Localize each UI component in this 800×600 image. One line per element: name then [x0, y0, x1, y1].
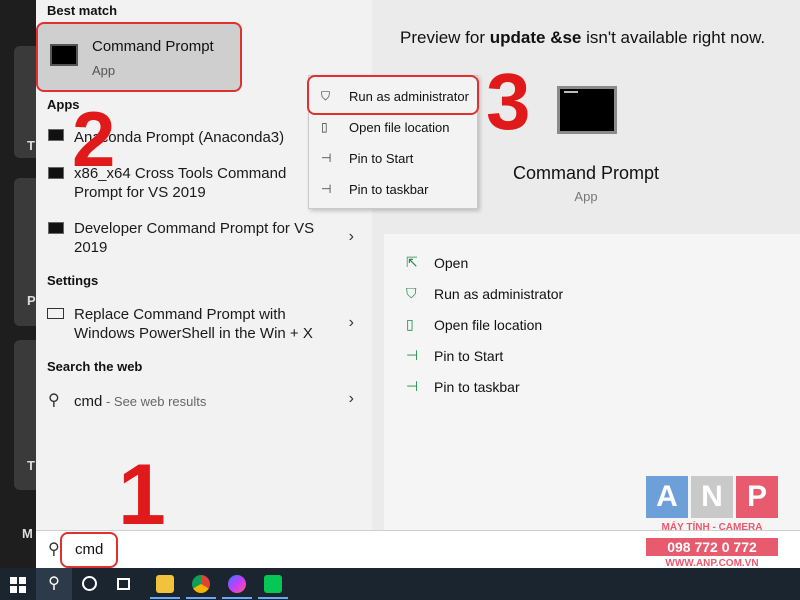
watermark-letter: A [646, 476, 688, 518]
task-view-icon [116, 577, 130, 590]
result-item-setting[interactable]: Replace Command Prompt with Windows Powe… [36, 304, 372, 346]
windows-icon [10, 577, 26, 593]
file-explorer-icon [156, 575, 174, 593]
anp-watermark: A N P MÁY TÍNH - CAMERA 098 772 0 772 WW… [646, 476, 778, 572]
watermark-phone: 098 772 0 772 [646, 538, 778, 556]
terminal-icon [50, 44, 78, 66]
cortana-icon [81, 576, 97, 592]
pin-icon: ⊣ [406, 347, 419, 363]
chevron-right-icon[interactable]: › [349, 228, 354, 246]
file-explorer-button[interactable] [148, 568, 182, 600]
chrome-icon [192, 575, 210, 593]
action-open-file-location[interactable]: ▯ Open file location [384, 313, 794, 339]
step-number-2: 2 [72, 95, 116, 183]
chevron-right-icon[interactable]: › [349, 390, 354, 408]
task-view-button[interactable] [106, 568, 140, 600]
action-pin-to-start[interactable]: ⊣ Pin to Start [384, 344, 794, 370]
desktop-left-strip: T T P T M [0, 0, 36, 568]
line-icon [264, 575, 282, 593]
line-button[interactable] [256, 568, 290, 600]
messenger-button[interactable] [220, 568, 254, 600]
section-header-settings: Settings [47, 273, 99, 288]
start-button[interactable] [0, 568, 36, 600]
taskbar: ⚲ [0, 568, 800, 600]
watermark-letter: P [736, 476, 778, 518]
action-pin-to-taskbar[interactable]: ⊣ Pin to taskbar [384, 375, 794, 401]
pin-icon: ⊣ [321, 151, 332, 165]
step-number-1: 1 [118, 447, 166, 543]
pin-icon: ⊣ [321, 182, 332, 196]
web-query: cmd [74, 393, 103, 410]
start-tile[interactable]: T [14, 46, 36, 158]
terminal-icon [48, 129, 64, 141]
section-header-web: Search the web [47, 359, 143, 374]
strip-letter: M [22, 526, 33, 541]
command-prompt-app-icon [557, 86, 617, 134]
result-item-web[interactable]: ⚲ cmd - See web results › [36, 390, 372, 414]
watermark-tagline: MÁY TÍNH - CAMERA [661, 522, 763, 533]
folder-icon: ▯ [406, 316, 414, 332]
open-icon: ⇱ [406, 254, 418, 270]
result-item-label: Replace Command Prompt with Windows Powe… [74, 306, 313, 342]
result-item-label: Developer Command Prompt for VS 2019 [74, 220, 315, 256]
watermark-letter: N [691, 476, 733, 518]
menu-item-pin-to-taskbar[interactable]: ⊣ Pin to taskbar [309, 176, 477, 204]
folder-icon: ▯ [321, 120, 328, 134]
menu-item-open-file-location[interactable]: ▯ Open file location [309, 114, 477, 142]
start-tile[interactable]: T [14, 340, 36, 490]
action-open[interactable]: ⇱ Open [384, 251, 794, 277]
terminal-icon [48, 222, 64, 234]
preview-message: Preview for update &se isn't available r… [400, 28, 766, 47]
run-as-admin-highlight [307, 75, 479, 115]
cortana-button[interactable] [72, 568, 106, 600]
section-header-best-match: Best match [47, 3, 118, 18]
chevron-right-icon[interactable]: › [349, 314, 354, 332]
start-tile[interactable]: P [14, 276, 36, 326]
context-menu: ⛉ Run as administrator ▯ Open file locat… [307, 75, 479, 209]
taskbar-search-button[interactable]: ⚲ [36, 568, 72, 600]
best-match-item[interactable]: Command Prompt App [36, 22, 242, 92]
web-suffix: - See web results [102, 394, 207, 409]
messenger-icon [228, 575, 246, 593]
shield-icon: ⛉ [406, 285, 417, 301]
window-icon [47, 308, 64, 319]
result-item-app[interactable]: Developer Command Prompt for VS 2019 › [36, 218, 372, 260]
step-number-3: 3 [486, 57, 531, 146]
chrome-button[interactable] [184, 568, 218, 600]
best-match-subtitle: App [92, 63, 116, 78]
pin-icon: ⊣ [406, 378, 419, 394]
terminal-icon [48, 167, 64, 179]
menu-item-pin-to-start[interactable]: ⊣ Pin to Start [309, 145, 477, 173]
search-icon: ⚲ [48, 392, 60, 409]
search-value-highlight [60, 532, 118, 568]
action-run-as-administrator[interactable]: ⛉ Run as administrator [384, 282, 794, 308]
best-match-title: Command Prompt [92, 38, 214, 55]
search-icon: ⚲ [48, 541, 60, 558]
search-icon: ⚲ [48, 575, 60, 592]
